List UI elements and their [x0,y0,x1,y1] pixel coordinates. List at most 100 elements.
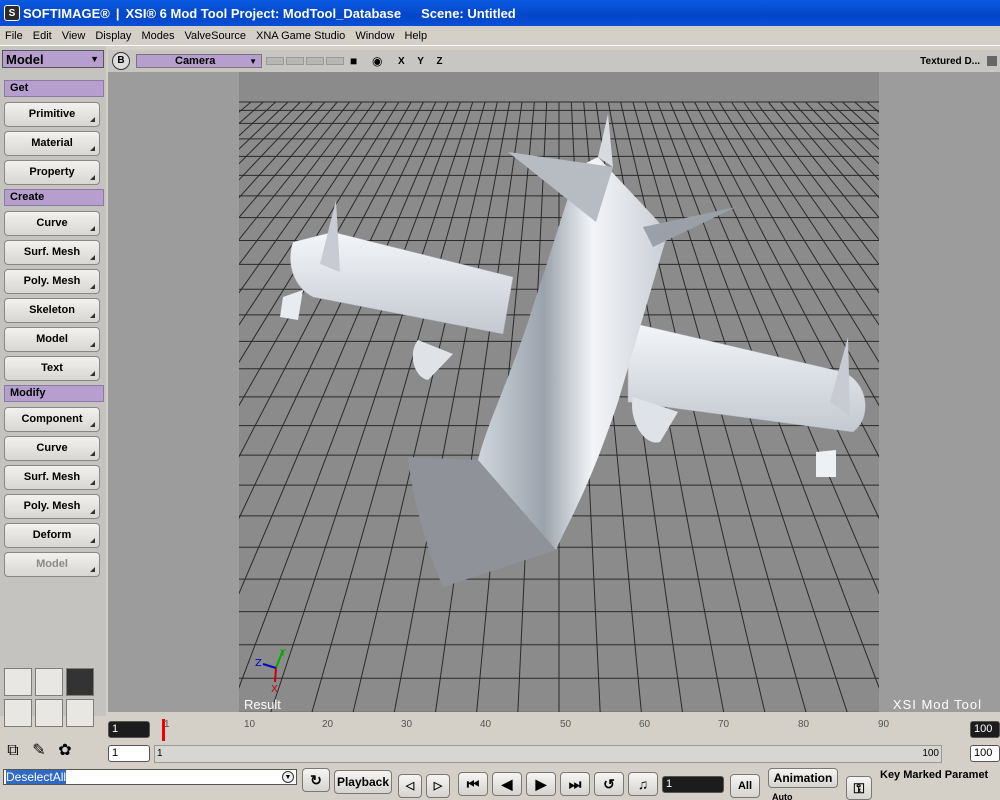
auto-key-label[interactable]: Auto [772,792,793,800]
modify-surf-mesh-button[interactable]: Surf. Mesh [4,465,100,490]
prev-key-icon[interactable]: ◁ [398,774,422,798]
gizmo-x-label: X [271,684,278,695]
display-mode-select[interactable]: Textured D... [920,56,980,67]
grid-line [941,102,1000,712]
mode-select[interactable]: Model ▼ [2,50,104,68]
viewport-3d[interactable]: Y Z X Result XSI Mod Tool [108,72,1000,712]
current-frame-field[interactable]: 1 [108,721,150,738]
grid-line [239,101,264,125]
viewport-b-button[interactable]: B [112,52,130,70]
softimage-logo-icon[interactable]: S [4,5,20,21]
graph-view-icon[interactable] [4,668,32,696]
modify-model-button[interactable]: Model [4,552,100,577]
play-forward-icon[interactable]: ▶ [526,772,556,796]
memo-slot[interactable] [266,57,284,65]
loop-icon[interactable]: ↻ [302,768,330,792]
playback-bar: DeselectAll ▼ ↻ Playback ◁ ▷ ⏮ ◀ ▶ ⏭ ↺ ♫… [0,766,1000,800]
menu-window[interactable]: Window [350,30,399,42]
camera-select[interactable]: Camera ▼ [136,54,262,68]
modify-component-button[interactable]: Component [4,407,100,432]
tick-label: 70 [718,719,730,730]
frame-field[interactable]: 1 [662,776,724,793]
menu-modes[interactable]: Modes [136,30,179,42]
grid-line [393,101,511,712]
grid-line [239,101,252,113]
timeline-ruler[interactable]: 1 10 20 30 40 50 60 70 80 90 [164,718,964,742]
range-start-label: 1 [157,748,163,759]
menu-display[interactable]: Display [90,30,136,42]
tick-label: 20 [322,719,334,730]
create-text-button[interactable]: Text [4,356,100,381]
first-frame-icon[interactable]: ⏮ [458,772,488,796]
play-reverse-icon[interactable]: ◀ [492,772,522,796]
menu-bar: File Edit View Display Modes ValveSource… [0,26,1000,46]
gizmo-y-label: Y [279,648,287,659]
get-primitive-button[interactable]: Primitive [4,102,100,127]
menu-xna-game-studio[interactable]: XNA Game Studio [251,30,350,42]
memo-slot[interactable] [286,57,304,65]
grid-line [108,102,239,712]
section-create[interactable]: Create [4,189,104,206]
section-get[interactable]: Get [4,80,104,97]
section-modify[interactable]: Modify [4,385,104,402]
loop-toggle-icon[interactable]: ↺ [594,772,624,796]
get-property-button[interactable]: Property [4,160,100,185]
range-slider[interactable]: 1 100 [154,745,942,763]
playback-menu-button[interactable]: Playback [334,770,392,794]
tick-label: 40 [480,719,492,730]
key-marked-parameters-label[interactable]: Key Marked Paramet [880,769,1000,785]
quad-view-icon[interactable] [66,668,94,696]
next-key-icon[interactable]: ▷ [426,774,450,798]
create-skeleton-button[interactable]: Skeleton [4,298,100,323]
get-material-button[interactable]: Material [4,131,100,156]
grid-line [990,102,1000,712]
modify-poly-mesh-button[interactable]: Poly. Mesh [4,494,100,519]
axis-gizmo: Y Z X [255,648,287,695]
create-model-button[interactable]: Model [4,327,100,352]
audio-icon[interactable]: ♫ [628,772,658,796]
grid-line [352,101,498,712]
create-curve-button[interactable]: Curve [4,211,100,236]
animation-menu-button[interactable]: Animation [768,768,838,788]
command-line-input[interactable]: DeselectAll ▼ [3,769,297,785]
layout-c-icon[interactable] [66,699,94,727]
layout-a-icon[interactable] [4,699,32,727]
range-end-field[interactable]: 100 [970,745,1000,762]
single-view-icon[interactable] [35,668,63,696]
palette-panel-icon[interactable]: ✿ [54,740,76,762]
menu-help[interactable]: Help [399,30,432,42]
modify-deform-button[interactable]: Deform [4,523,100,548]
memo-slot[interactable] [326,57,344,65]
modify-curve-button[interactable]: Curve [4,436,100,461]
brush-panel-icon[interactable]: ✎ [28,740,50,762]
create-surf-mesh-button[interactable]: Surf. Mesh [4,240,100,265]
all-button[interactable]: All [730,774,760,798]
menu-edit[interactable]: Edit [28,30,57,42]
title-scene: Scene: Untitled [421,5,516,21]
camera-icon[interactable]: ■ [350,55,366,67]
range-end-label: 100 [922,748,939,759]
grid-line [916,102,1000,712]
end-frame-field[interactable]: 100 [970,721,1000,738]
model-panel-icon[interactable]: ⧉ [2,740,24,762]
eye-icon[interactable]: ◉ [372,55,388,67]
menu-valvesource[interactable]: ValveSource [179,30,251,42]
playhead[interactable] [162,719,165,741]
key-icon[interactable]: ⚿ [846,776,872,800]
grid-line [866,101,879,113]
camera-select-label: Camera [175,55,216,67]
grid-line [311,101,486,712]
create-poly-mesh-button[interactable]: Poly. Mesh [4,269,100,294]
menu-file[interactable]: File [0,30,28,42]
range-start-field[interactable]: 1 [108,745,150,762]
grid-line [239,101,313,181]
dropdown-arrow-icon[interactable]: ▼ [282,771,294,783]
menu-view[interactable]: View [57,30,91,42]
viewport-maximize-icon[interactable] [987,56,997,66]
last-frame-icon[interactable]: ⏭ [560,772,590,796]
memo-slot[interactable] [306,57,324,65]
timeline: 1 1 10 20 30 40 50 60 70 80 90 100 [106,716,1000,744]
axis-buttons[interactable]: X Y Z [398,56,448,67]
grid-line [239,101,338,219]
layout-b-icon[interactable] [35,699,63,727]
